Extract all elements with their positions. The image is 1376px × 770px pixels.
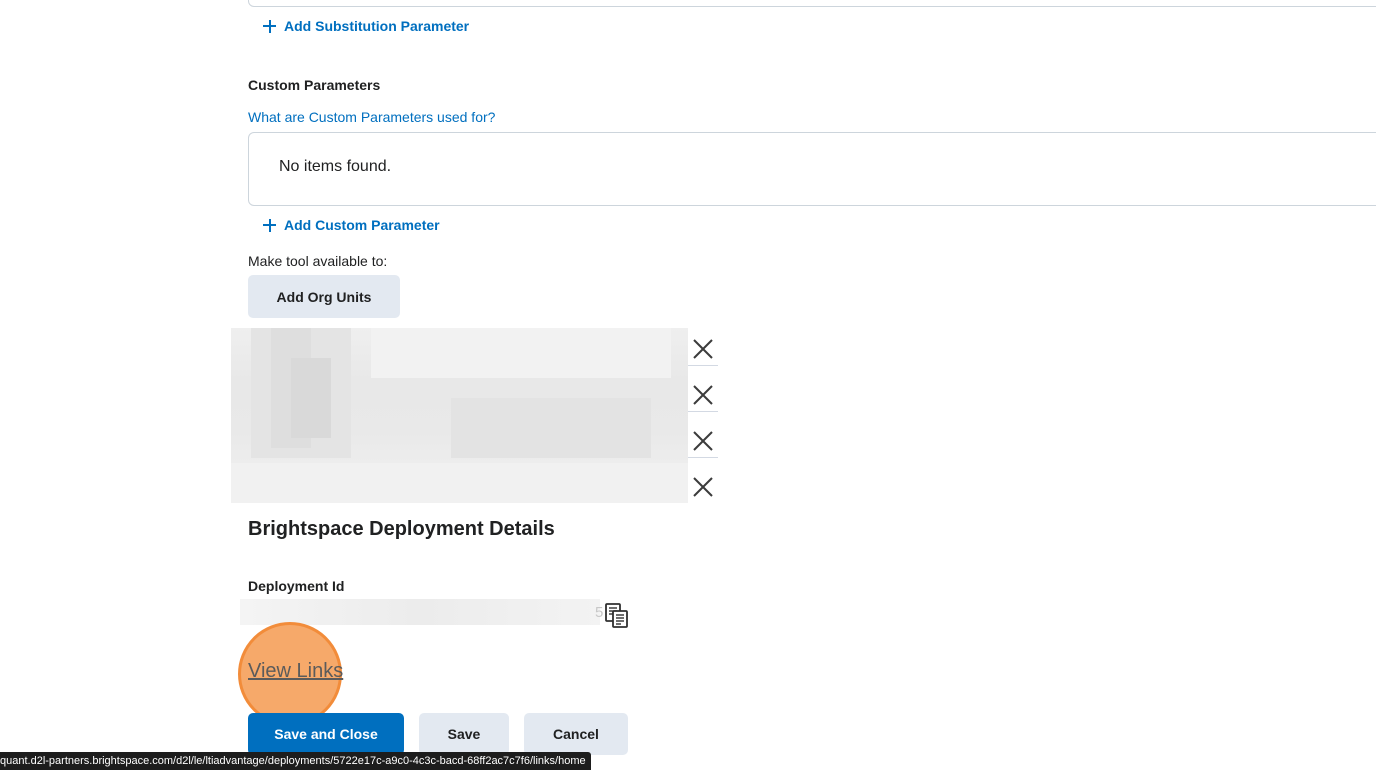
plus-icon	[263, 218, 276, 232]
row-divider	[688, 457, 718, 458]
remove-org-unit-button[interactable]	[688, 334, 718, 364]
save-button[interactable]: Save	[419, 713, 509, 755]
custom-parameters-empty-text: No items found.	[279, 158, 392, 175]
org-units-list-redacted	[231, 328, 688, 503]
close-icon	[693, 339, 713, 359]
cancel-label: Cancel	[553, 726, 599, 742]
cancel-button[interactable]: Cancel	[524, 713, 628, 755]
redacted-region	[371, 328, 671, 378]
add-custom-parameter-button[interactable]: Add Custom Parameter	[263, 217, 440, 233]
save-and-close-label: Save and Close	[274, 726, 378, 742]
row-divider	[688, 365, 718, 366]
remove-org-unit-button[interactable]	[688, 380, 718, 410]
row-divider	[688, 411, 718, 412]
redacted-region	[451, 398, 651, 458]
custom-parameters-title: Custom Parameters	[248, 77, 381, 93]
add-custom-parameter-label: Add Custom Parameter	[284, 217, 440, 233]
close-icon	[693, 431, 713, 451]
deployment-details-heading: Brightspace Deployment Details	[248, 518, 555, 540]
deployment-id-visible-tail: 5	[595, 604, 604, 621]
remove-org-unit-button[interactable]	[688, 426, 718, 456]
add-org-units-label: Add Org Units	[276, 288, 372, 305]
copy-deployment-id-button[interactable]	[604, 603, 630, 629]
custom-parameters-list	[248, 132, 1376, 206]
redacted-region	[231, 463, 688, 503]
substitution-parameters-box	[248, 0, 1376, 7]
save-and-close-button[interactable]: Save and Close	[248, 713, 404, 755]
copy-icon	[605, 603, 628, 628]
redacted-region	[291, 358, 331, 438]
save-label: Save	[447, 726, 481, 742]
view-links-link[interactable]: View Links	[248, 660, 343, 683]
add-substitution-parameter-label: Add Substitution Parameter	[284, 18, 470, 34]
custom-parameters-help-link[interactable]: What are Custom Parameters used for?	[248, 109, 495, 125]
remove-org-unit-button[interactable]	[688, 472, 718, 502]
add-org-units-button[interactable]: Add Org Units	[248, 275, 400, 318]
close-icon	[693, 385, 713, 405]
close-icon	[693, 477, 713, 497]
add-substitution-parameter-button[interactable]: Add Substitution Parameter	[263, 18, 469, 34]
deployment-id-value-redacted	[240, 599, 600, 625]
availability-label: Make tool available to:	[248, 253, 388, 269]
plus-icon	[263, 19, 276, 33]
browser-status-bar-url: quant.d2l-partners.brightspace.com/d2l/l…	[0, 752, 591, 770]
deployment-id-label: Deployment Id	[248, 578, 345, 594]
